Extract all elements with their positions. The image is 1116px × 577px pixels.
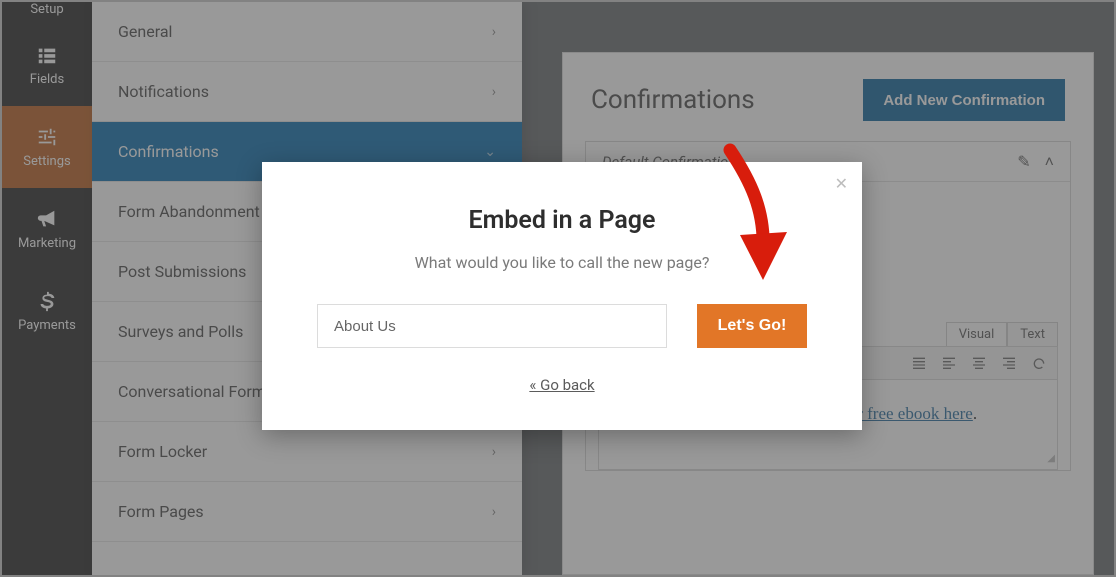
page-name-input[interactable] — [317, 304, 667, 348]
modal-subtitle: What would you like to call the new page… — [298, 253, 826, 272]
lets-go-button[interactable]: Let's Go! — [697, 304, 807, 348]
modal-title: Embed in a Page — [298, 206, 826, 235]
close-icon[interactable]: ✕ — [835, 174, 848, 193]
go-back-link[interactable]: « Go back — [529, 376, 594, 394]
embed-modal: ✕ Embed in a Page What would you like to… — [262, 162, 862, 430]
